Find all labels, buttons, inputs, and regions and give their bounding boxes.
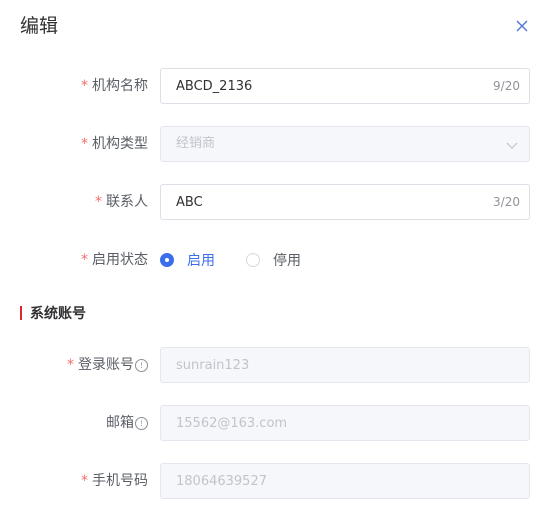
org-type-row: * 机构类型 经销商: [0, 126, 547, 162]
org-name-label: * 机构名称: [81, 68, 148, 104]
org-type-label-text: 机构类型: [92, 136, 148, 152]
required-mark: *: [81, 252, 88, 268]
close-icon: [516, 20, 528, 32]
section-title: 系统账号: [20, 303, 86, 323]
phone-label-text: 手机号码: [92, 473, 148, 489]
required-mark: *: [81, 473, 88, 489]
phone-field[interactable]: [160, 463, 530, 499]
required-mark: *: [81, 78, 88, 94]
org-type-value: 经销商: [176, 136, 216, 151]
dialog-title: 编辑: [20, 15, 59, 37]
info-icon[interactable]: !: [135, 359, 148, 372]
phone-input[interactable]: [161, 464, 529, 498]
login-label-text: 登录账号: [78, 357, 134, 373]
email-label-text: 邮箱: [106, 415, 134, 431]
contact-input[interactable]: [161, 185, 529, 219]
org-type-select[interactable]: 经销商: [160, 126, 530, 162]
contact-row: *联系人 3/20: [0, 184, 547, 220]
contact-field[interactable]: 3/20: [160, 184, 530, 220]
radio-enable[interactable]: 启用: [160, 242, 215, 278]
login-row: * 登录账号!: [0, 347, 547, 383]
required-mark: *: [67, 357, 74, 373]
status-row: * 启用状态 启用 停用: [0, 242, 547, 278]
status-label: * 启用状态: [81, 242, 148, 278]
login-input[interactable]: [161, 348, 529, 382]
radio-disable[interactable]: 停用: [246, 242, 301, 278]
org-name-row: *机构名称 9/20: [0, 68, 547, 104]
info-icon[interactable]: !: [135, 417, 148, 430]
email-row: 邮箱!: [0, 405, 547, 441]
required-mark: *: [81, 136, 88, 152]
close-button[interactable]: [512, 16, 532, 36]
org-name-input[interactable]: [161, 69, 529, 103]
char-count: 3/20: [493, 195, 520, 209]
org-name-label-text: 机构名称: [92, 78, 148, 94]
email-field[interactable]: [160, 405, 530, 441]
org-type-label: * 机构类型: [81, 126, 148, 162]
status-label-text: 启用状态: [92, 252, 148, 268]
required-mark: *: [95, 194, 102, 210]
radio-unchecked-icon: [246, 253, 260, 267]
char-count: 9/20: [493, 79, 520, 93]
email-input[interactable]: [161, 406, 529, 440]
login-field[interactable]: [160, 347, 530, 383]
org-name-field[interactable]: 9/20: [160, 68, 530, 104]
login-label: * 登录账号!: [67, 347, 148, 383]
section-title-text: 系统账号: [30, 306, 86, 322]
phone-label: * 手机号码: [81, 463, 148, 499]
email-label: 邮箱!: [106, 405, 148, 441]
phone-row: * 手机号码: [0, 463, 547, 499]
radio-checked-icon: [160, 253, 174, 267]
contact-label-text: 联系人: [106, 194, 148, 210]
radio-enable-label: 启用: [187, 253, 215, 269]
contact-label: * 联系人: [95, 184, 148, 220]
section-accent-bar: [20, 306, 22, 320]
chevron-down-icon: [506, 142, 518, 149]
radio-disable-label: 停用: [273, 253, 301, 269]
